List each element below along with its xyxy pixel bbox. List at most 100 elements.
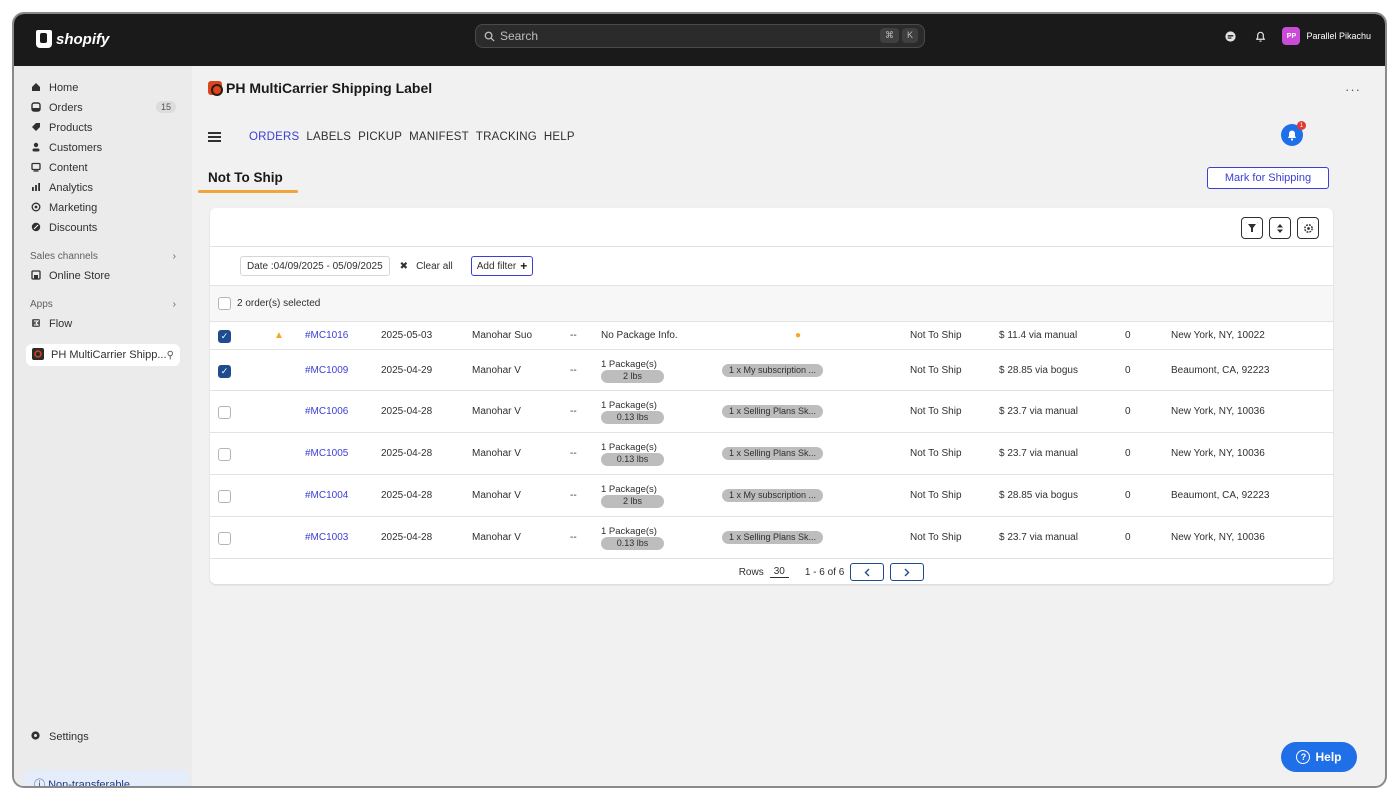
discount-icon [30,222,42,235]
sidebar-item-content[interactable]: Content [26,158,180,178]
order-date: 2025-04-28 [381,448,433,459]
shortcut-keys: ⌘ K [879,28,918,43]
orders-count-badge: 15 [155,101,176,113]
sidebar-item-analytics[interactable]: Analytics [26,178,180,198]
app-title-text: PH MultiCarrier Shipping Label [226,80,433,96]
rows-per-page-select[interactable]: 30 [769,566,789,578]
pin-icon[interactable]: ⚲ [167,350,174,361]
store-name[interactable]: Parallel Pikachu [1306,31,1371,41]
chat-icon[interactable] [1222,28,1238,44]
sidebar-item-orders[interactable]: Orders 15 [26,98,180,118]
order-id-link[interactable]: #MC1005 [305,448,348,459]
shipping-status: Not To Ship [910,490,962,501]
hamburger-menu-icon[interactable] [208,130,221,144]
sort-button[interactable] [1269,217,1291,239]
add-filter-button[interactable]: Add filter + [470,256,534,276]
sidebar-item-settings[interactable]: Settings [30,730,89,744]
row-checkbox[interactable]: ✓ [218,365,231,378]
notification-bell-button[interactable]: 1 [1281,121,1306,146]
table-row[interactable]: ✓ ▲ #MC1016 2025-05-03 Manohar Suo -- No Packa… [210,322,1333,350]
next-page-button[interactable] [890,563,925,581]
row-checkbox[interactable] [218,448,231,461]
sidebar-item-ph-multicarrier[interactable]: PH MultiCarrier Shipp... ⚲ [26,344,180,366]
table-row[interactable]: #MC1004 2025-04-28 Manohar V -- 1 Package(s)… [210,475,1333,517]
page-title: Not To Ship [208,170,283,185]
row-checkbox[interactable] [218,532,231,545]
shipping-status: Not To Ship [910,448,962,459]
shortcut-key-k: K [901,28,918,43]
bell-icon[interactable] [1252,28,1268,44]
table-row[interactable]: ✓ #MC1009 2025-04-29 Manohar V -- 1 Package(s… [210,350,1333,391]
line-item[interactable]: 1 x My subscription ... [722,364,824,377]
menu-pickup[interactable]: PICKUP [358,131,402,143]
table-row[interactable]: #MC1005 2025-04-28 Manohar V -- 1 Package(s)… [210,433,1333,475]
clear-all-button[interactable]: Clear all [416,261,453,272]
page-range: 1 - 6 of 6 [804,566,845,578]
line-item[interactable]: 1 x My subscription ... [722,489,824,502]
help-button[interactable]: ? Help [1281,742,1357,772]
mark-for-shipping-button[interactable]: Mark for Shipping [1207,167,1329,189]
sidebar-item-label: Analytics [49,182,94,194]
sidebar-item-online-store[interactable]: Online Store [26,266,180,286]
analytics-icon [30,182,42,195]
line-item-pill: 1 x Selling Plans Sk... [722,531,824,544]
selection-bar: 2 order(s) selected [210,286,1333,322]
order-id-link[interactable]: #MC1009 [305,365,348,376]
shipping-amount: $ 23.7 via manual [999,532,1078,543]
order-id-link[interactable]: #MC1016 [305,330,348,341]
non-transferable-banner[interactable]: ⓘ Non-transferable [24,770,189,786]
remove-filter-icon[interactable]: ✖ [400,261,408,272]
chevron-right-icon [904,568,910,576]
sidebar-item-marketing[interactable]: Marketing [26,198,180,218]
shipping-status: Not To Ship [910,330,962,341]
sidebar-item-label: Discounts [49,222,98,234]
menu-manifest[interactable]: MANIFEST [409,131,469,143]
menu-orders[interactable]: ORDERS [249,131,299,143]
order-id-link[interactable]: #MC1006 [305,406,348,417]
line-item[interactable]: 1 x Selling Plans Sk... [722,447,824,460]
weight-pill: 2 lbs [601,495,664,508]
order-id-link[interactable]: #MC1004 [305,490,348,501]
rows-label: Rows [738,566,764,578]
row-checkbox[interactable]: ✓ [218,330,231,343]
avatar[interactable]: PP [1282,27,1301,45]
count-cell: 0 [1125,532,1131,543]
search-input[interactable]: Search ⌘ K [475,24,925,48]
sidebar-item-label: Online Store [49,270,111,282]
shipping-amount: $ 28.85 via bogus [999,490,1078,501]
sidebar-item-discounts[interactable]: Discounts [26,218,180,238]
filter-icon [1248,224,1256,232]
table-row[interactable]: #MC1006 2025-04-28 Manohar V -- 1 Package(s)… [210,391,1333,433]
sidebar-item-flow[interactable]: Flow [26,314,180,334]
settings-button[interactable] [1297,217,1319,239]
more-actions-icon[interactable]: ··· [1345,82,1361,97]
order-id-link[interactable]: #MC1003 [305,532,348,543]
empty-cell: -- [570,365,577,376]
line-item[interactable]: 1 x Selling Plans Sk... [722,531,824,544]
customer-name: Manohar V [472,406,521,417]
menu-tracking[interactable]: TRACKING [476,131,537,143]
sidebar: Home Orders 15 Products Customers Conten… [14,66,192,786]
line-item[interactable]: 1 x Selling Plans Sk... [722,405,824,418]
sales-channels-section[interactable]: Sales channels › [26,246,180,266]
table-tools [1241,217,1319,239]
prev-page-button[interactable] [850,563,885,581]
sidebar-item-label: Products [49,122,93,134]
sidebar-item-products[interactable]: Products [26,118,180,138]
sidebar-item-label: Customers [49,142,103,154]
ph-app-icon [32,347,44,363]
info-icon[interactable]: ● [795,330,801,341]
sidebar-item-home[interactable]: Home [26,78,180,98]
row-checkbox[interactable] [218,406,231,419]
weight-pill: 0.13 lbs [601,411,664,424]
menu-help[interactable]: HELP [544,131,575,143]
select-all-checkbox[interactable] [218,297,231,310]
date-filter-chip[interactable]: Date :04/09/2025 - 05/09/2025 [240,256,390,276]
filter-button[interactable] [1241,217,1263,239]
shopify-logo[interactable]: shopify [36,30,109,48]
row-checkbox[interactable] [218,490,231,503]
sidebar-item-customers[interactable]: Customers [26,138,180,158]
table-row[interactable]: #MC1003 2025-04-28 Manohar V -- 1 Package(s)… [210,517,1333,559]
apps-section[interactable]: Apps › [26,294,180,314]
menu-labels[interactable]: LABELS [306,131,351,143]
